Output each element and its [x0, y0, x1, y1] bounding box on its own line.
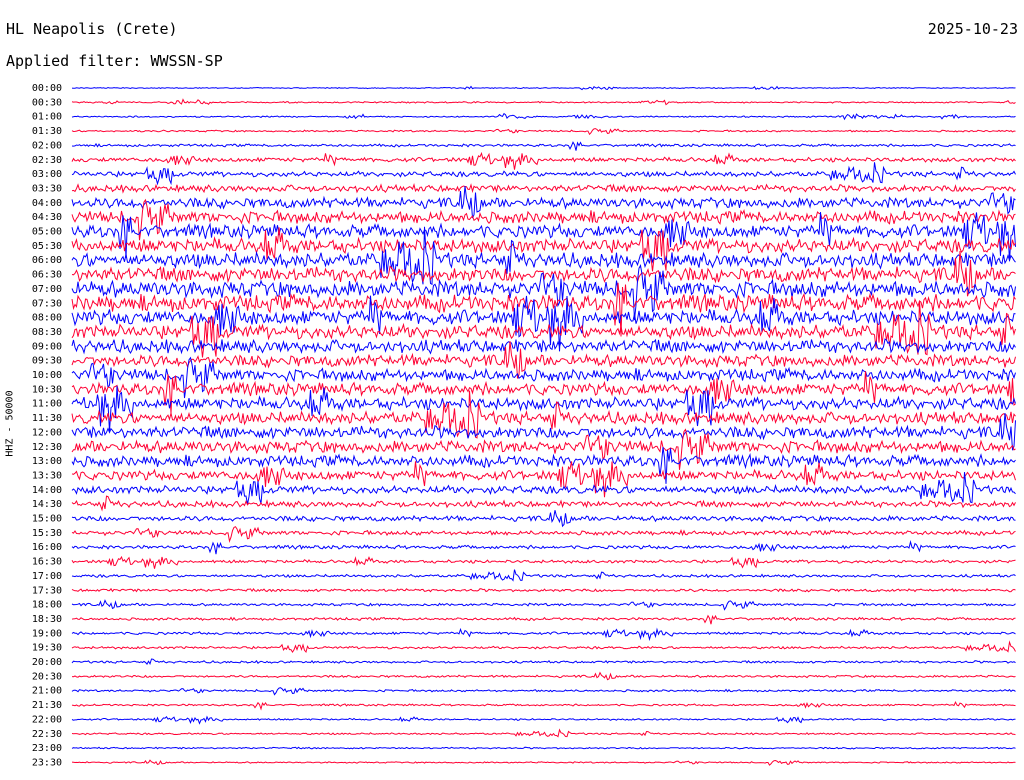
row-time-label: 09:30 — [32, 356, 62, 367]
trace-row-1330 — [71, 461, 1016, 498]
trace-row-1500 — [71, 510, 1016, 528]
row-time-label: 12:00 — [32, 427, 62, 438]
trace-group — [71, 85, 1016, 766]
row-time-label: 01:30 — [32, 126, 62, 137]
row-time-label: 13:00 — [32, 456, 62, 467]
row-time-label: 03:00 — [32, 169, 62, 180]
row-time-label: 08:00 — [32, 313, 62, 324]
row-time-label: 17:00 — [32, 571, 62, 582]
row-time-label: 18:30 — [32, 614, 62, 625]
row-time-label: 18:00 — [32, 600, 62, 611]
row-time-label: 00:00 — [32, 83, 62, 94]
row-time-label: 00:30 — [32, 97, 62, 108]
trace-row-0900 — [71, 338, 1016, 355]
row-time-label: 02:00 — [32, 140, 62, 151]
row-time-label: 04:30 — [32, 212, 62, 223]
trace-row-0500 — [71, 212, 1016, 262]
trace-row-1630 — [71, 555, 1016, 569]
trace-row-1900 — [71, 627, 1016, 642]
row-time-label: 11:30 — [32, 413, 62, 424]
seismogram-plot: 00:00 00:30 01:00 01:30 02:00 02:30 03:00 03:30… — [32, 83, 1016, 768]
trace-row-2030 — [71, 671, 1016, 681]
row-time-label: 05:00 — [32, 227, 62, 238]
trace-row-0130 — [71, 128, 1016, 136]
trace-row-0100 — [71, 112, 1016, 121]
row-time-label: 21:00 — [32, 686, 62, 697]
trace-row-1730 — [71, 587, 1016, 593]
row-time-label: 08:30 — [32, 327, 62, 338]
trace-row-0300 — [71, 162, 1016, 186]
trace-row-1230 — [71, 428, 1016, 470]
row-time-label: 12:30 — [32, 442, 62, 453]
trace-row-0830 — [71, 300, 1016, 358]
trace-row-2130 — [71, 701, 1016, 711]
row-time-label: 19:00 — [32, 628, 62, 639]
row-time-label: 13:30 — [32, 470, 62, 481]
trace-row-1300 — [71, 447, 1016, 484]
row-time-label: 09:00 — [32, 341, 62, 352]
trace-row-0030 — [71, 98, 1016, 106]
row-time-label: 06:30 — [32, 270, 62, 281]
row-time-label: 19:30 — [32, 643, 62, 654]
row-time-label: 15:00 — [32, 514, 62, 525]
row-time-label: 16:30 — [32, 557, 62, 568]
trace-row-1530 — [71, 526, 1016, 543]
row-time-label: 15:30 — [32, 528, 62, 539]
trace-row-0330 — [71, 183, 1016, 194]
row-time-label: 23:00 — [32, 743, 62, 754]
trace-row-1700 — [71, 569, 1016, 582]
trace-row-1430 — [71, 495, 1016, 512]
trace-row-2200 — [71, 715, 1016, 725]
row-time-label: 22:00 — [32, 714, 62, 725]
row-time-label: 10:00 — [32, 370, 62, 381]
row-time-label: 17:30 — [32, 585, 62, 596]
row-time-label: 21:30 — [32, 700, 62, 711]
row-time-label: 14:30 — [32, 499, 62, 510]
row-time-label: 10:30 — [32, 384, 62, 395]
row-time-label: 20:00 — [32, 657, 62, 668]
row-time-label: 04:00 — [32, 198, 62, 209]
row-time-label: 06:00 — [32, 255, 62, 266]
row-label-group: 00:00 00:30 01:00 01:30 02:00 02:30 03:00 03:30… — [32, 83, 62, 768]
row-time-label: 14:00 — [32, 485, 62, 496]
trace-row-2000 — [71, 658, 1016, 666]
row-time-label: 20:30 — [32, 671, 62, 682]
trace-row-2100 — [71, 687, 1016, 696]
trace-row-0200 — [71, 141, 1016, 151]
trace-row-0430 — [71, 198, 1016, 241]
trace-row-1800 — [71, 599, 1016, 611]
trace-row-0000 — [71, 85, 1016, 91]
row-time-label: 01:00 — [32, 112, 62, 123]
trace-row-0530 — [71, 227, 1016, 272]
row-time-label: 23:30 — [32, 757, 62, 768]
trace-row-1930 — [71, 640, 1016, 654]
row-time-label: 02:30 — [32, 155, 62, 166]
row-time-label: 22:30 — [32, 729, 62, 740]
row-time-label: 03:30 — [32, 183, 62, 194]
row-time-label: 07:00 — [32, 284, 62, 295]
trace-row-2230 — [71, 728, 1016, 738]
row-time-label: 11:00 — [32, 399, 62, 410]
trace-row-1830 — [71, 614, 1016, 625]
trace-row-2330 — [71, 759, 1016, 766]
trace-row-1600 — [71, 540, 1016, 555]
row-time-label: 16:00 — [32, 542, 62, 553]
trace-row-2300 — [71, 746, 1016, 750]
row-time-label: 05:30 — [32, 241, 62, 252]
row-time-label: 07:30 — [32, 298, 62, 309]
